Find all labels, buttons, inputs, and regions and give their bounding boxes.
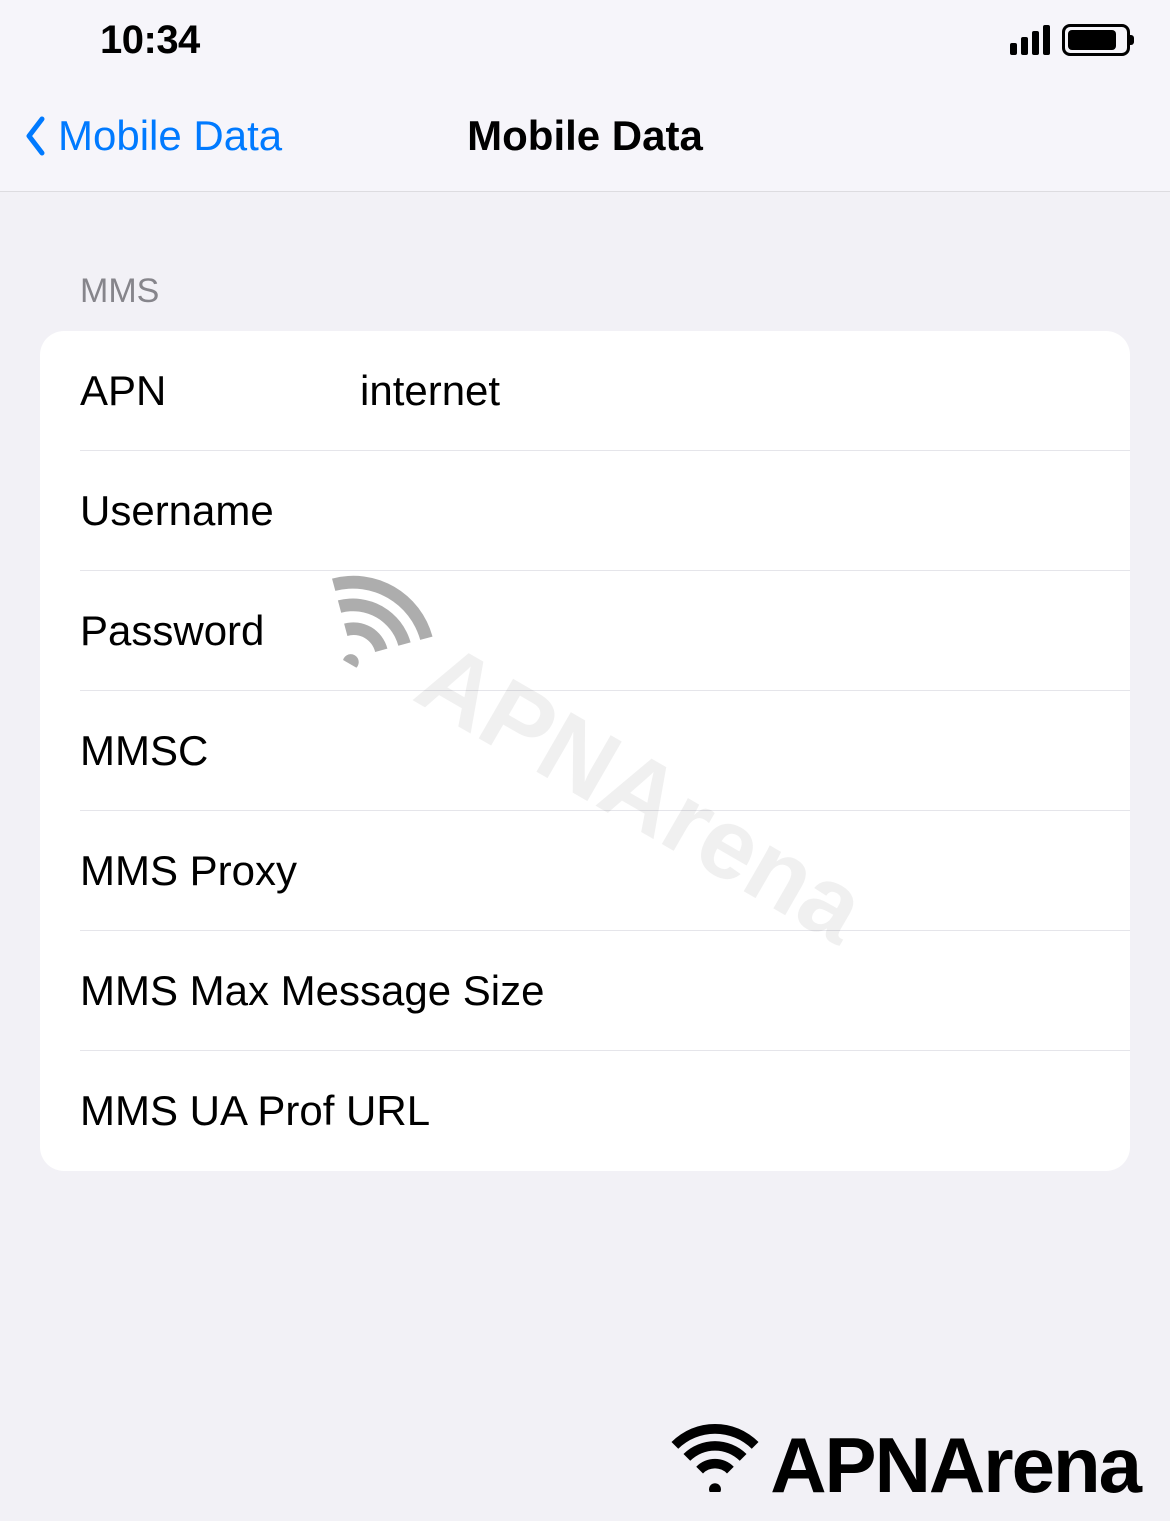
status-bar: 10:34 — [0, 0, 1170, 80]
mms-ua-prof-row[interactable]: MMS UA Prof URL — [40, 1051, 1130, 1171]
back-label: Mobile Data — [58, 112, 282, 160]
password-row[interactable]: Password — [40, 571, 1130, 691]
username-row[interactable]: Username — [40, 451, 1130, 571]
mms-max-size-label: MMS Max Message Size — [80, 967, 1130, 1015]
wifi-icon — [670, 1420, 760, 1511]
cellular-signal-icon — [1010, 25, 1050, 55]
mms-proxy-label: MMS Proxy — [80, 847, 1130, 895]
status-indicators — [1010, 24, 1130, 56]
apn-row[interactable]: APN — [40, 331, 1130, 451]
navigation-bar: Mobile Data Mobile Data — [0, 80, 1170, 192]
brand-logo: APNArena — [670, 1420, 1140, 1511]
mms-ua-prof-label: MMS UA Prof URL — [80, 1087, 1130, 1135]
brand-logo-text: APNArena — [770, 1420, 1140, 1511]
mmsc-input[interactable] — [360, 727, 1130, 775]
mms-max-size-row[interactable]: MMS Max Message Size — [40, 931, 1130, 1051]
chevron-left-icon — [20, 111, 50, 161]
mmsc-label: MMSC — [80, 727, 360, 775]
password-input[interactable] — [360, 607, 1130, 655]
mms-settings-group: APN Username Password MMSC MMS Proxy MMS… — [40, 331, 1130, 1171]
username-input[interactable] — [360, 487, 1130, 535]
back-button[interactable]: Mobile Data — [20, 111, 282, 161]
battery-icon — [1062, 24, 1130, 56]
username-label: Username — [80, 487, 360, 535]
apn-input[interactable] — [360, 367, 1130, 415]
password-label: Password — [80, 607, 360, 655]
mms-proxy-row[interactable]: MMS Proxy — [40, 811, 1130, 931]
section-header-mms: MMS — [40, 272, 1130, 331]
page-title: Mobile Data — [467, 112, 703, 160]
apn-label: APN — [80, 367, 360, 415]
mmsc-row[interactable]: MMSC — [40, 691, 1130, 811]
status-time: 10:34 — [100, 18, 200, 63]
content-area: MMS APN Username Password MMSC MMS Proxy… — [0, 192, 1170, 1171]
